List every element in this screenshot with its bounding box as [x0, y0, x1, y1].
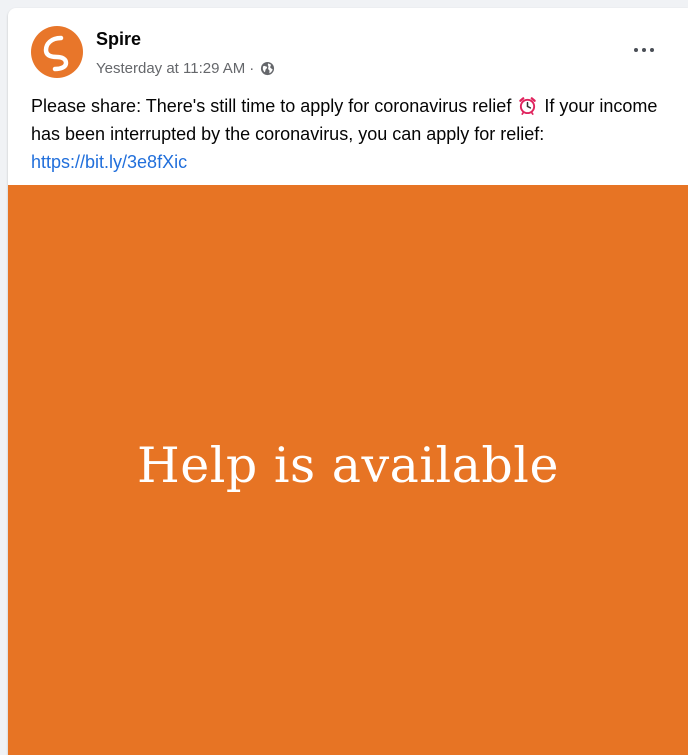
message-text-1: Please share: There's still time to appl… — [31, 96, 512, 116]
more-options-icon[interactable] — [624, 38, 664, 62]
spire-logo-icon — [43, 35, 69, 72]
post-meta: Yesterday at 11:29 AM · — [96, 60, 275, 77]
globe-icon[interactable] — [260, 61, 275, 76]
feed-background: Spire Yesterday at 11:29 AM · Please sha… — [0, 0, 688, 755]
author-name[interactable]: Spire — [96, 29, 141, 50]
post-timestamp[interactable]: Yesterday at 11:29 AM — [96, 60, 245, 77]
post-message: Please share: There's still time to appl… — [31, 92, 671, 176]
dot — [642, 48, 646, 52]
alarm-clock-icon — [519, 97, 537, 115]
post-link[interactable]: https://bit.ly/3e8fXic — [31, 152, 187, 172]
avatar[interactable] — [31, 26, 83, 78]
dot — [650, 48, 654, 52]
meta-separator: · — [249, 60, 255, 77]
image-headline: Help is available — [137, 437, 559, 494]
post-card: Spire Yesterday at 11:29 AM · Please sha… — [8, 8, 688, 755]
post-header: Spire Yesterday at 11:29 AM · — [8, 8, 688, 78]
dot — [634, 48, 638, 52]
post-image[interactable]: Help is available — [8, 185, 688, 755]
